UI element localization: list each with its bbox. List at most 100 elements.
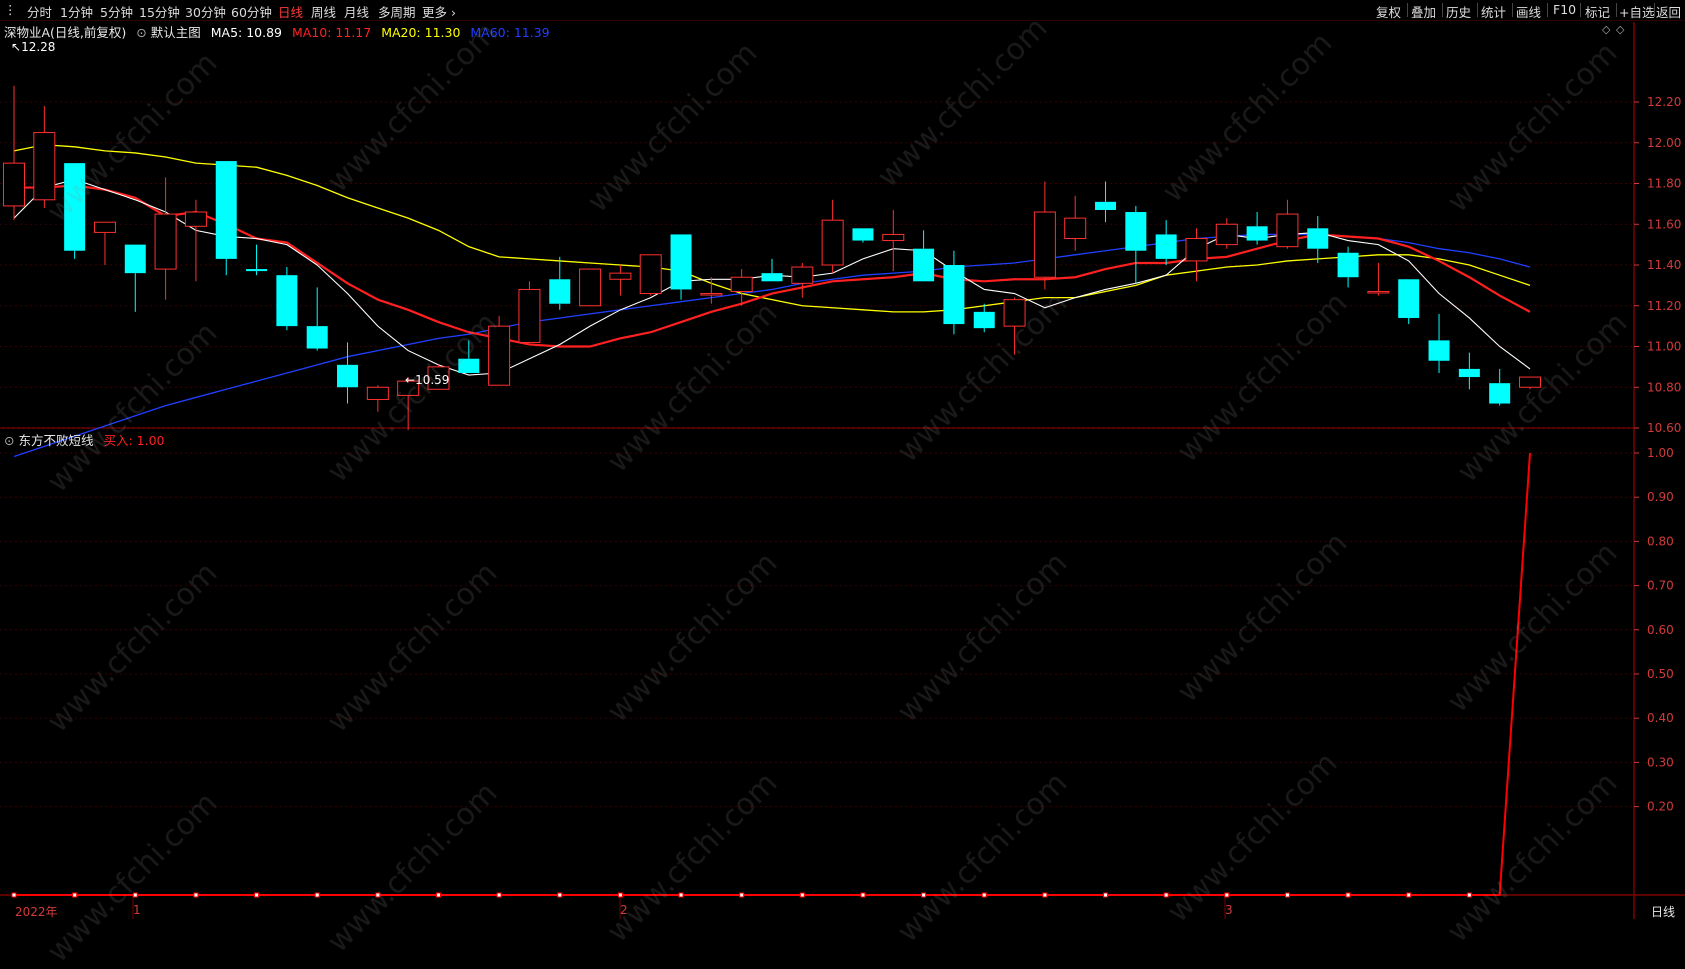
candle-body <box>1398 279 1420 318</box>
signal-marker <box>193 892 199 898</box>
settings-circle-icon[interactable]: ⊙ <box>136 25 146 40</box>
toolbar-divider <box>1407 3 1408 17</box>
diamond-icon[interactable]: ◇ <box>1616 23 1624 36</box>
tab-daily[interactable]: 日线 <box>278 2 303 21</box>
candle-body <box>366 386 389 400</box>
signal-marker <box>435 892 441 898</box>
date-label-month-1: 1 <box>133 903 141 917</box>
tab-5min[interactable]: 5分钟 <box>100 2 133 21</box>
candle-body <box>306 326 328 349</box>
high-label: 12.28 <box>21 40 56 54</box>
diamond-icon[interactable]: ◇ <box>1602 23 1610 36</box>
indicator-tick-label: 0.70 <box>1647 579 1674 593</box>
candle-body <box>1064 217 1087 240</box>
signal-marker <box>1224 892 1230 898</box>
candle-body <box>246 269 268 272</box>
candle-body <box>1337 252 1359 278</box>
f10-button[interactable]: F10 <box>1553 2 1576 17</box>
candle-body <box>1367 290 1390 294</box>
buy-value-label: 买入: 1.00 <box>103 433 165 448</box>
date-label-year: 2022年 <box>15 905 58 919</box>
candle-body <box>973 311 995 329</box>
arrow-left-icon: ↖ <box>11 40 22 54</box>
settings-circle-icon[interactable]: ⊙ <box>4 433 14 448</box>
signal-marker <box>132 892 138 898</box>
tab-60min[interactable]: 60分钟 <box>231 2 272 21</box>
tab-multi-period[interactable]: 多周期 <box>378 2 416 21</box>
date-label-month-3: 3 <box>1225 903 1233 917</box>
candle-body <box>1246 226 1268 241</box>
signal-marker <box>860 892 866 898</box>
signal-marker <box>314 892 320 898</box>
period-indicator[interactable]: 日线 <box>1651 903 1675 920</box>
candle-body <box>913 248 935 282</box>
time-period-icon[interactable]: ⋮ <box>4 2 17 17</box>
candle-body <box>276 275 298 327</box>
candle-body <box>1307 228 1329 249</box>
indicator-label[interactable]: 东方不败短线 <box>18 433 93 448</box>
price-tick-label: 12.00 <box>1647 136 1681 150</box>
signal-marker <box>1103 892 1109 898</box>
signal-marker <box>678 892 684 898</box>
tab-more[interactable]: 更多 › <box>422 2 456 21</box>
candle-body <box>549 279 571 304</box>
candle-body <box>609 272 632 280</box>
restore-rights-button[interactable]: 复权 <box>1376 2 1401 21</box>
candle-body <box>458 358 480 373</box>
mark-button[interactable]: 标记 <box>1585 2 1610 21</box>
signal-marker <box>1406 892 1412 898</box>
candle-body <box>1033 211 1056 278</box>
toolbar-divider <box>1442 3 1443 17</box>
candle-body <box>1155 234 1177 259</box>
candle-body <box>1095 201 1117 210</box>
candle-body <box>943 265 965 325</box>
ma10-label: MA10: 11.17 <box>291 25 372 40</box>
signal-marker <box>557 892 563 898</box>
tab-1min[interactable]: 1分钟 <box>60 2 93 21</box>
history-button[interactable]: 历史 <box>1446 2 1471 21</box>
candle-body <box>821 219 844 266</box>
candle-body <box>3 162 25 207</box>
candle-body <box>1276 213 1299 248</box>
toolbar-divider <box>1616 3 1617 17</box>
overlay-button[interactable]: 叠加 <box>1411 2 1436 21</box>
signal-marker <box>496 892 502 898</box>
add-favorite-button[interactable]: +自选 <box>1619 2 1654 21</box>
statistics-button[interactable]: 统计 <box>1481 2 1506 21</box>
price-tick-label: 12.20 <box>1647 95 1681 109</box>
candle-body <box>852 228 874 241</box>
candle-body <box>700 293 723 296</box>
price-tick-label: 11.80 <box>1647 177 1681 191</box>
signal-marker <box>72 892 78 898</box>
price-tick-label: 11.60 <box>1647 217 1681 231</box>
toolbar-divider <box>1547 3 1548 17</box>
back-button[interactable]: 返回 <box>1656 2 1681 21</box>
signal-marker <box>981 892 987 898</box>
price-tick-label: 11.20 <box>1647 299 1681 313</box>
stock-label[interactable]: 深物业A(日线,前复权) <box>4 25 126 40</box>
sub-legend: ⊙ 东方不败短线 买入: 1.00 <box>4 430 165 449</box>
ma20-line <box>13 144 1531 313</box>
tab-weekly[interactable]: 周线 <box>311 2 336 21</box>
chart-area[interactable]: 12.2012.0011.8011.6011.4011.2011.0010.80… <box>0 0 1685 919</box>
candle-body <box>154 213 177 270</box>
price-tick-label: 11.00 <box>1647 340 1681 354</box>
candle-body <box>518 288 541 343</box>
draw-line-button[interactable]: 画线 <box>1516 2 1541 21</box>
candle-body <box>1125 212 1147 251</box>
tab-monthly[interactable]: 月线 <box>344 2 369 21</box>
template-label[interactable]: 默认主图 <box>151 25 201 40</box>
toolbar-divider <box>1580 3 1581 17</box>
tab-15min[interactable]: 15分钟 <box>139 2 180 21</box>
tab-30min[interactable]: 30分钟 <box>185 2 226 21</box>
candle-body <box>124 244 146 274</box>
candle-body <box>670 234 692 290</box>
signal-marker <box>1345 892 1351 898</box>
indicator-tick-label: 0.80 <box>1647 534 1674 548</box>
candle-body <box>1185 238 1208 262</box>
arrow-left-icon: ← <box>405 373 416 387</box>
tab-fenshi[interactable]: 分时 <box>27 2 52 21</box>
low-marker: ←10.59 <box>405 373 449 387</box>
indicator-tick-label: 0.40 <box>1647 711 1674 725</box>
candle-body <box>184 211 207 227</box>
